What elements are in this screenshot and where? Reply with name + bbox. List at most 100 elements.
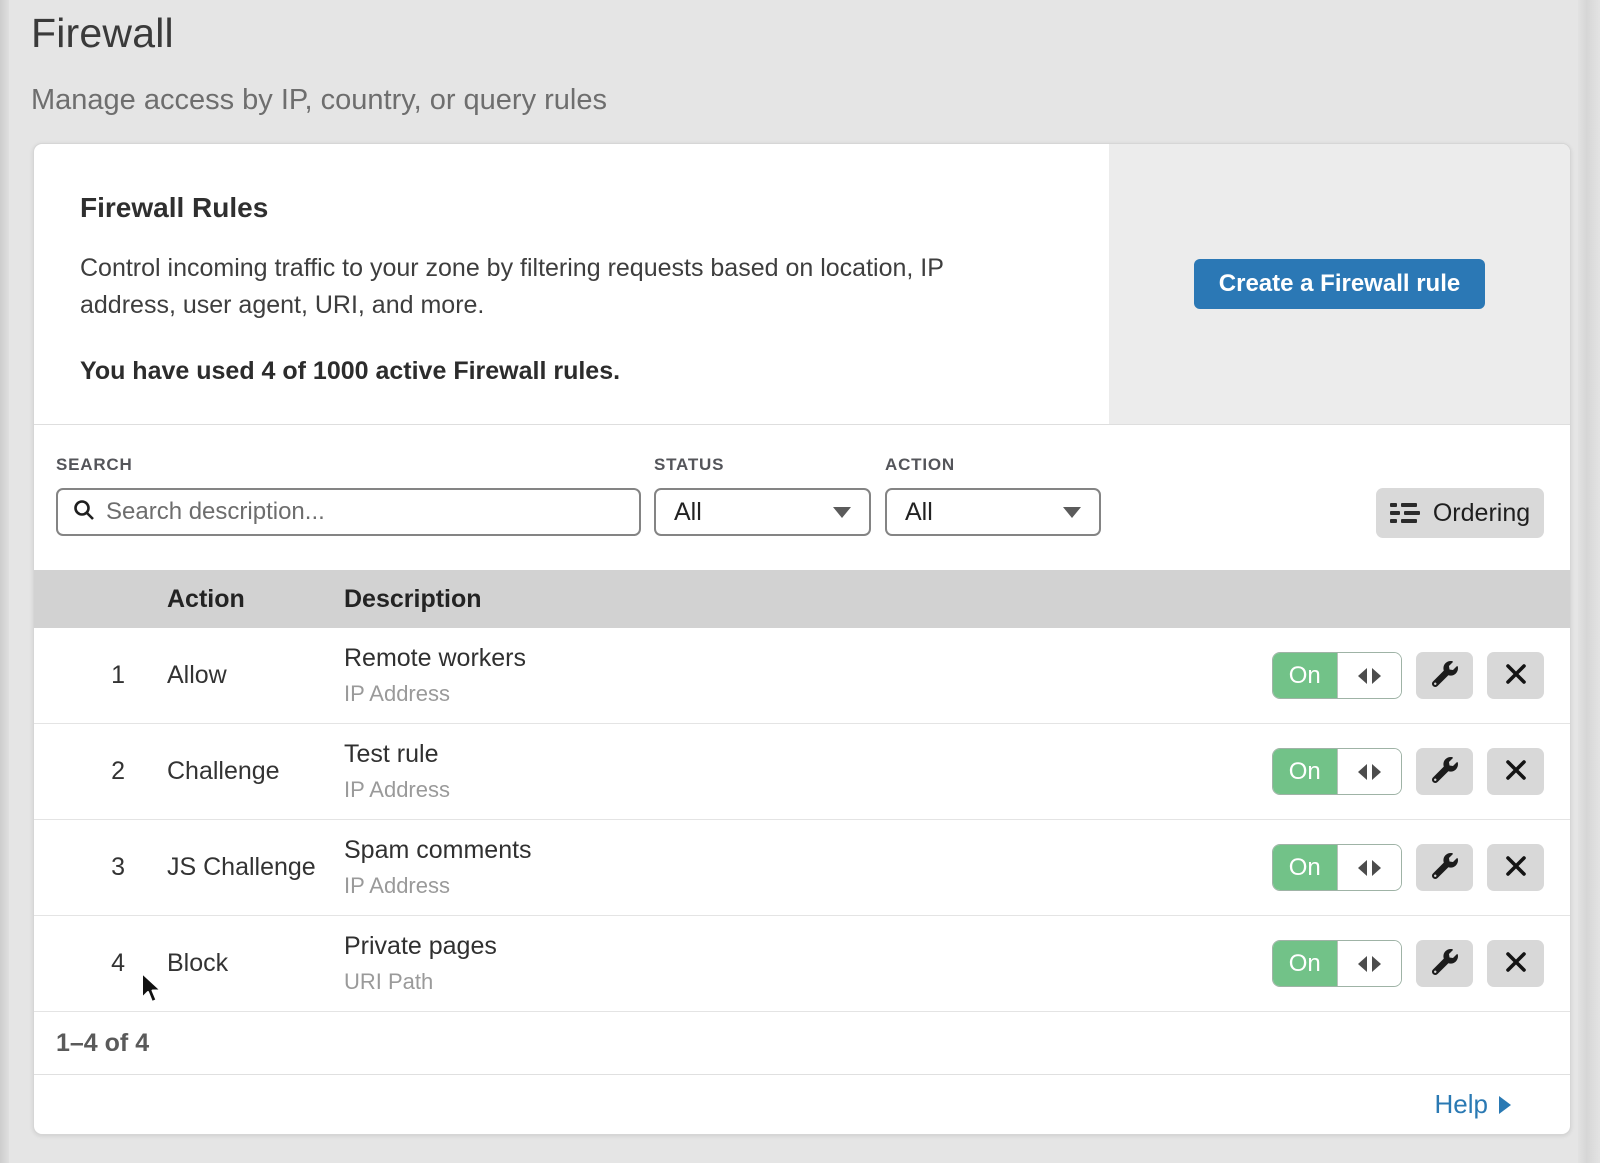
toggle-on-label: On bbox=[1273, 941, 1337, 986]
rule-description: Spam comments bbox=[344, 836, 1272, 865]
ordered-list-icon bbox=[1390, 503, 1420, 523]
card-footer: Help bbox=[34, 1075, 1570, 1134]
status-label: STATUS bbox=[654, 455, 871, 475]
edit-rule-button[interactable] bbox=[1416, 844, 1473, 891]
rule-priority: 2 bbox=[34, 757, 167, 786]
arrow-right-icon bbox=[1372, 668, 1381, 684]
rule-description-cell: Test rule IP Address bbox=[344, 740, 1272, 803]
close-icon bbox=[1505, 663, 1527, 688]
rule-description-cell: Private pages URI Path bbox=[344, 932, 1272, 995]
intro-usage-text: You have used 4 of 1000 active Firewall … bbox=[80, 357, 1049, 386]
intro-heading: Firewall Rules bbox=[80, 192, 1049, 224]
status-select-value: All bbox=[674, 498, 702, 527]
rule-match-type: IP Address bbox=[344, 777, 1272, 803]
edit-rule-button[interactable] bbox=[1416, 748, 1473, 795]
rule-priority: 1 bbox=[34, 661, 167, 690]
action-label: ACTION bbox=[885, 455, 1101, 475]
firewall-rules-card: Firewall Rules Control incoming traffic … bbox=[33, 143, 1571, 1135]
delete-rule-button[interactable] bbox=[1487, 940, 1544, 987]
page-header: Firewall Manage access by IP, country, o… bbox=[0, 0, 1600, 117]
page-title: Firewall bbox=[31, 10, 1600, 57]
search-filter-group: SEARCH bbox=[56, 455, 641, 536]
filters-bar: SEARCH STATUS All ACTION bbox=[34, 425, 1570, 570]
rule-action: Block bbox=[167, 949, 344, 978]
arrow-right-icon bbox=[1372, 860, 1381, 876]
toggle-on-label: On bbox=[1273, 845, 1337, 890]
edit-rule-button[interactable] bbox=[1416, 652, 1473, 699]
search-box bbox=[56, 488, 641, 536]
action-column-header: Action bbox=[167, 585, 344, 614]
toggle-on-label: On bbox=[1273, 749, 1337, 794]
status-filter-group: STATUS All bbox=[654, 455, 871, 536]
rule-action: Allow bbox=[167, 661, 344, 690]
status-select[interactable]: All bbox=[654, 488, 871, 536]
toggle-handle[interactable] bbox=[1337, 941, 1402, 986]
close-icon bbox=[1505, 759, 1527, 784]
pagination-row: 1–4 of 4 bbox=[34, 1012, 1570, 1075]
help-link[interactable]: Help bbox=[1435, 1089, 1511, 1120]
rule-description: Test rule bbox=[344, 740, 1272, 769]
wrench-icon bbox=[1432, 661, 1458, 690]
search-input[interactable] bbox=[106, 498, 625, 526]
rule-description: Private pages bbox=[344, 932, 1272, 961]
table-row: 3 JS Challenge Spam comments IP Address … bbox=[34, 820, 1570, 916]
help-link-label: Help bbox=[1435, 1089, 1488, 1120]
ordering-button-label: Ordering bbox=[1433, 499, 1530, 528]
arrow-right-icon bbox=[1372, 764, 1381, 780]
page-subtitle: Manage access by IP, country, or query r… bbox=[31, 84, 1600, 117]
rule-description-cell: Remote workers IP Address bbox=[344, 644, 1272, 707]
chevron-down-icon bbox=[833, 507, 851, 518]
rule-controls: On bbox=[1272, 940, 1570, 987]
chevron-down-icon bbox=[1063, 507, 1081, 518]
toggle-handle[interactable] bbox=[1337, 653, 1402, 698]
wrench-icon bbox=[1432, 949, 1458, 978]
rule-description-cell: Spam comments IP Address bbox=[344, 836, 1272, 899]
delete-rule-button[interactable] bbox=[1487, 652, 1544, 699]
arrow-right-icon bbox=[1499, 1096, 1511, 1114]
search-icon bbox=[72, 498, 96, 527]
arrow-left-icon bbox=[1358, 860, 1367, 876]
rule-match-type: IP Address bbox=[344, 873, 1272, 899]
toggle-on-label: On bbox=[1273, 653, 1337, 698]
create-firewall-rule-button[interactable]: Create a Firewall rule bbox=[1194, 259, 1485, 309]
arrow-left-icon bbox=[1358, 668, 1367, 684]
rule-priority: 3 bbox=[34, 853, 167, 882]
table-header: Action Description bbox=[34, 570, 1570, 628]
table-row: 1 Allow Remote workers IP Address On bbox=[34, 628, 1570, 724]
table-row: 2 Challenge Test rule IP Address On bbox=[34, 724, 1570, 820]
intro-action-panel: Create a Firewall rule bbox=[1109, 144, 1570, 424]
intro-text-block: Firewall Rules Control incoming traffic … bbox=[34, 144, 1109, 424]
rule-match-type: URI Path bbox=[344, 969, 1272, 995]
rule-enabled-toggle[interactable]: On bbox=[1272, 940, 1402, 987]
edit-rule-button[interactable] bbox=[1416, 940, 1473, 987]
delete-rule-button[interactable] bbox=[1487, 748, 1544, 795]
close-icon bbox=[1505, 855, 1527, 880]
intro-description: Control incoming traffic to your zone by… bbox=[80, 250, 1032, 324]
description-column-header: Description bbox=[344, 585, 1570, 614]
pagination-status: 1–4 of 4 bbox=[56, 1029, 149, 1058]
rule-controls: On bbox=[1272, 748, 1570, 795]
rule-enabled-toggle[interactable]: On bbox=[1272, 844, 1402, 891]
wrench-icon bbox=[1432, 757, 1458, 786]
action-select[interactable]: All bbox=[885, 488, 1101, 536]
close-icon bbox=[1505, 951, 1527, 976]
rule-controls: On bbox=[1272, 652, 1570, 699]
rule-action: Challenge bbox=[167, 757, 344, 786]
toggle-handle[interactable] bbox=[1337, 845, 1402, 890]
intro-section: Firewall Rules Control incoming traffic … bbox=[34, 144, 1570, 425]
ordering-button[interactable]: Ordering bbox=[1376, 488, 1544, 538]
rule-enabled-toggle[interactable]: On bbox=[1272, 748, 1402, 795]
wrench-icon bbox=[1432, 853, 1458, 882]
table-row: 4 Block Private pages URI Path On bbox=[34, 916, 1570, 1012]
arrow-left-icon bbox=[1358, 764, 1367, 780]
toggle-handle[interactable] bbox=[1337, 749, 1402, 794]
arrow-left-icon bbox=[1358, 956, 1367, 972]
search-label: SEARCH bbox=[56, 455, 641, 475]
rule-enabled-toggle[interactable]: On bbox=[1272, 652, 1402, 699]
rule-action: JS Challenge bbox=[167, 853, 344, 882]
action-filter-group: ACTION All bbox=[885, 455, 1101, 536]
action-select-value: All bbox=[905, 498, 933, 527]
rule-controls: On bbox=[1272, 844, 1570, 891]
delete-rule-button[interactable] bbox=[1487, 844, 1544, 891]
arrow-right-icon bbox=[1372, 956, 1381, 972]
